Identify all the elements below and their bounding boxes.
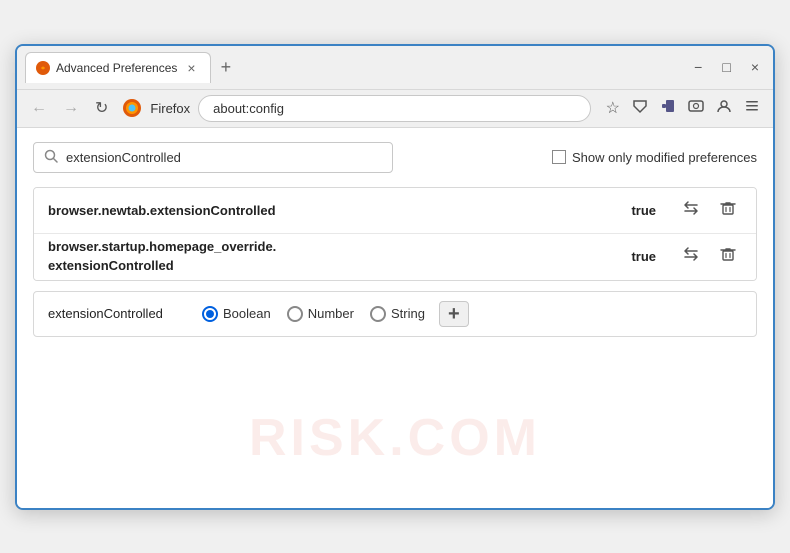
table-row: browser.newtab.extensionControlled true: [34, 188, 756, 234]
extension-button[interactable]: [655, 95, 681, 122]
pref-actions-1: [676, 196, 742, 225]
minimize-button[interactable]: −: [688, 57, 708, 77]
toggle-icon-2: [682, 250, 700, 267]
pref-name-2: browser.startup.homepage_override.extens…: [48, 238, 631, 274]
back-icon: ←: [31, 99, 47, 117]
forward-icon: →: [63, 99, 79, 117]
radio-number-circle: [287, 306, 303, 322]
title-bar: Advanced Preferences × + − □ ×: [17, 46, 773, 90]
pref-actions-2: [676, 242, 742, 271]
bookmark-icon: ☆: [606, 100, 620, 117]
toggle-icon-1: [682, 204, 700, 221]
delete-button-2[interactable]: [714, 243, 742, 270]
show-modified-checkbox[interactable]: [552, 150, 566, 164]
bookmark-button[interactable]: ☆: [601, 95, 625, 121]
type-radio-group: Boolean Number String: [202, 306, 425, 322]
forward-button[interactable]: →: [57, 96, 85, 120]
new-pref-name: extensionControlled: [48, 306, 188, 321]
browser-window: Advanced Preferences × + − □ × ← → ↻ Fir…: [15, 44, 775, 510]
nav-bar: ← → ↻ Firefox ☆: [17, 90, 773, 128]
pocket-icon: [632, 101, 648, 118]
trash-icon-2: [720, 249, 736, 266]
add-preference-button[interactable]: +: [439, 301, 469, 327]
search-row: Show only modified preferences: [33, 142, 757, 173]
tab-close-button[interactable]: ×: [183, 58, 199, 78]
radio-number-label: Number: [308, 306, 354, 321]
active-tab[interactable]: Advanced Preferences ×: [25, 52, 211, 83]
pref-value-2: true: [631, 249, 656, 264]
radio-boolean-circle: [202, 306, 218, 322]
screenshot-button[interactable]: [683, 95, 709, 122]
radio-string-circle: [370, 306, 386, 322]
pref-value-1: true: [631, 203, 656, 218]
refresh-icon: ↻: [95, 98, 108, 118]
show-modified-label: Show only modified preferences: [572, 150, 757, 165]
screenshot-icon: [688, 101, 704, 118]
extension-icon: [660, 101, 676, 118]
tab-favicon: [36, 61, 50, 75]
radio-string[interactable]: String: [370, 306, 425, 322]
delete-button-1[interactable]: [714, 197, 742, 224]
window-controls: − □ ×: [688, 57, 765, 77]
radio-string-label: String: [391, 306, 425, 321]
firefox-label: Firefox: [150, 101, 190, 116]
search-input[interactable]: [66, 150, 382, 165]
search-icon: [44, 149, 58, 166]
maximize-button[interactable]: □: [716, 57, 736, 77]
tab-area: Advanced Preferences × +: [25, 52, 680, 83]
profile-button[interactable]: [711, 95, 737, 122]
trash-icon-1: [720, 203, 736, 220]
radio-number[interactable]: Number: [287, 306, 354, 322]
pref-name-1: browser.newtab.extensionControlled: [48, 203, 631, 218]
menu-button[interactable]: [739, 95, 765, 122]
tab-title: Advanced Preferences: [56, 61, 177, 75]
hamburger-icon: [744, 101, 760, 118]
radio-boolean[interactable]: Boolean: [202, 306, 271, 322]
radio-boolean-label: Boolean: [223, 306, 271, 321]
back-button[interactable]: ←: [25, 96, 53, 120]
address-bar[interactable]: [198, 95, 591, 122]
show-modified-option: Show only modified preferences: [552, 150, 757, 165]
search-box-container: [33, 142, 393, 173]
close-button[interactable]: ×: [745, 57, 765, 77]
new-tab-button[interactable]: +: [215, 55, 238, 80]
watermark: RISK.COM: [249, 408, 541, 468]
content-area: RISK.COM Show only modified preferences: [17, 128, 773, 508]
firefox-logo: [122, 98, 142, 118]
table-row: browser.startup.homepage_override.extens…: [34, 234, 756, 280]
preferences-table: browser.newtab.extensionControlled true: [33, 187, 757, 281]
pocket-button[interactable]: [627, 95, 653, 122]
refresh-button[interactable]: ↻: [89, 95, 114, 121]
toggle-button-2[interactable]: [676, 242, 706, 271]
profile-icon: [716, 101, 732, 118]
add-preference-row: extensionControlled Boolean Number Strin…: [33, 291, 757, 337]
nav-icons: ☆: [601, 95, 765, 122]
toggle-button-1[interactable]: [676, 196, 706, 225]
